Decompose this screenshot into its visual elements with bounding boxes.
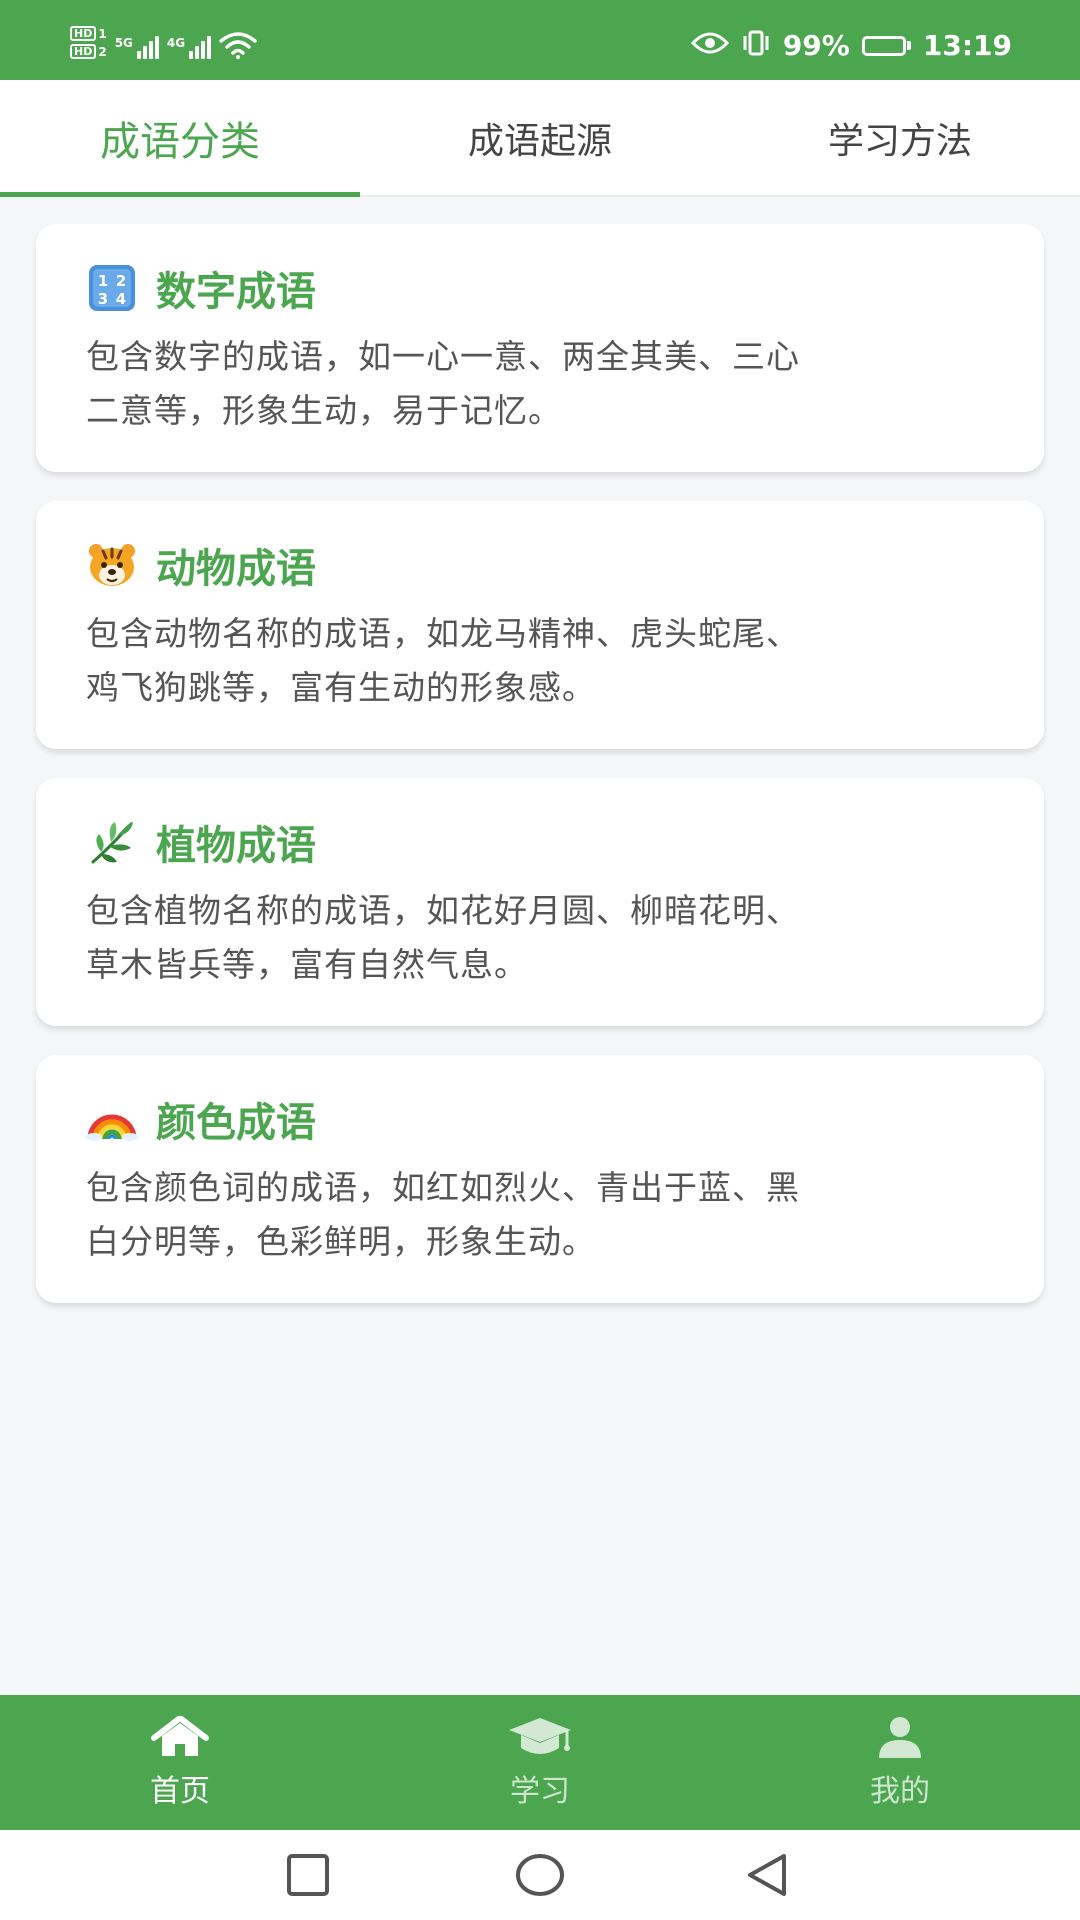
card-description: 包含颜色词的成语，如红如烈火、青出于蓝、黑 白分明等，色彩鲜明，形象生动。 xyxy=(86,1161,994,1269)
card-description-line: 包含动物名称的成语，如龙马精神、虎头蛇尾、 xyxy=(86,614,800,653)
bottom-navigation: 首页 学习 我的 xyxy=(0,1695,1080,1830)
card-description-line: 包含植物名称的成语，如花好月圆、柳暗花明、 xyxy=(86,891,800,930)
card-description-line: 白分明等，色彩鲜明，形象生动。 xyxy=(86,1222,596,1261)
user-icon xyxy=(875,1716,925,1758)
card-description-line: 鸡飞狗跳等，富有生动的形象感。 xyxy=(86,668,596,707)
card-description-line: 包含数字的成语，如一心一意、两全其美、三心 xyxy=(86,337,800,376)
status-bar: HD 1 HD 2 5G 4G 99% 13:19 xyxy=(0,0,1080,80)
card-title: 动物成语 xyxy=(156,546,316,592)
signal-5g-icon: 5G xyxy=(115,36,159,59)
svg-text:2: 2 xyxy=(116,272,126,290)
card-header: 颜色成语 xyxy=(86,1091,994,1147)
wifi-icon xyxy=(219,31,257,59)
card-description-line: 二意等，形象生动，易于记忆。 xyxy=(86,391,562,430)
rainbow-icon xyxy=(86,1093,138,1145)
svg-text:1: 1 xyxy=(98,272,108,290)
nav-home[interactable]: 首页 xyxy=(0,1695,360,1830)
card-header: 动物成语 xyxy=(86,537,994,593)
home-icon xyxy=(150,1715,210,1758)
sim-badges: HD 1 HD 2 xyxy=(70,26,107,59)
nav-profile-label: 我的 xyxy=(870,1773,930,1809)
svg-text:3: 3 xyxy=(98,290,108,308)
card-title: 数字成语 xyxy=(156,269,316,315)
card-title: 植物成语 xyxy=(156,823,316,869)
tab-idiom-origins[interactable]: 成语起源 xyxy=(360,80,720,195)
system-navigation-bar xyxy=(0,1830,1080,1920)
tiger-face-icon xyxy=(86,539,138,591)
herb-leaf-icon xyxy=(86,816,138,868)
nav-profile[interactable]: 我的 xyxy=(720,1695,1080,1830)
nav-home-label: 首页 xyxy=(150,1773,210,1809)
sim2-hd: HD xyxy=(70,44,97,59)
card-number-idioms[interactable]: 1 2 3 4 数字成语 包含数字的成语，如一心一意、两全其美、三心 二意等，形… xyxy=(36,224,1044,472)
graduation-cap-icon xyxy=(507,1716,573,1758)
card-description: 包含动物名称的成语，如龙马精神、虎头蛇尾、 鸡飞狗跳等，富有生动的形象感。 xyxy=(86,607,994,715)
card-description-line: 包含颜色词的成语，如红如烈火、青出于蓝、黑 xyxy=(86,1168,800,1207)
eye-comfort-icon xyxy=(690,31,729,60)
card-title: 颜色成语 xyxy=(156,1100,316,1146)
clock: 13:19 xyxy=(922,28,1012,62)
nav-study[interactable]: 学习 xyxy=(360,1695,720,1830)
category-card-list: 1 2 3 4 数字成语 包含数字的成语，如一心一意、两全其美、三心 二意等，形… xyxy=(36,224,1044,1332)
card-header: 1 2 3 4 数字成语 xyxy=(86,260,994,316)
home-circle-icon[interactable] xyxy=(514,1852,566,1902)
net2-label: 4G xyxy=(166,36,186,50)
sim2-index: 2 xyxy=(98,44,107,59)
tab-idiom-categories[interactable]: 成语分类 xyxy=(0,80,360,197)
status-left: HD 1 HD 2 5G 4G xyxy=(70,26,257,59)
nav-study-label: 学习 xyxy=(510,1773,570,1809)
sim1-hd: HD xyxy=(70,26,97,41)
card-header: 植物成语 xyxy=(86,814,994,870)
card-description: 包含数字的成语，如一心一意、两全其美、三心 二意等，形象生动，易于记忆。 xyxy=(86,330,994,438)
sim1-index: 1 xyxy=(98,26,107,41)
signal-4g-icon: 4G xyxy=(166,36,212,59)
card-color-idioms[interactable]: 颜色成语 包含颜色词的成语，如红如烈火、青出于蓝、黑 白分明等，色彩鲜明，形象生… xyxy=(36,1055,1044,1303)
battery-icon xyxy=(861,35,911,56)
battery-percent: 99% xyxy=(782,28,850,62)
vibrate-icon xyxy=(741,30,771,61)
card-plant-idioms[interactable]: 植物成语 包含植物名称的成语，如花好月圆、柳暗花明、 草木皆兵等，富有自然气息。 xyxy=(36,778,1044,1026)
numbers-keycap-icon: 1 2 3 4 xyxy=(86,262,138,314)
back-triangle-icon[interactable] xyxy=(744,1852,790,1902)
category-tabs: 成语分类 成语起源 学习方法 xyxy=(0,80,1080,197)
tab-study-methods[interactable]: 学习方法 xyxy=(720,80,1080,195)
card-description: 包含植物名称的成语，如花好月圆、柳暗花明、 草木皆兵等，富有自然气息。 xyxy=(86,884,994,992)
sim1-badge: HD 1 xyxy=(70,26,107,41)
sim2-badge: HD 2 xyxy=(70,44,107,59)
status-right: 99% 13:19 xyxy=(690,28,1012,62)
app-screen: HD 1 HD 2 5G 4G 99% 13:19 成语分类 成语起源 学习方法… xyxy=(0,0,1080,1920)
net1-label: 5G xyxy=(114,36,133,50)
recent-apps-icon[interactable] xyxy=(285,1852,331,1902)
svg-text:4: 4 xyxy=(116,290,126,308)
card-description-line: 草木皆兵等，富有自然气息。 xyxy=(86,945,528,984)
card-animal-idioms[interactable]: 动物成语 包含动物名称的成语，如龙马精神、虎头蛇尾、 鸡飞狗跳等，富有生动的形象… xyxy=(36,501,1044,749)
